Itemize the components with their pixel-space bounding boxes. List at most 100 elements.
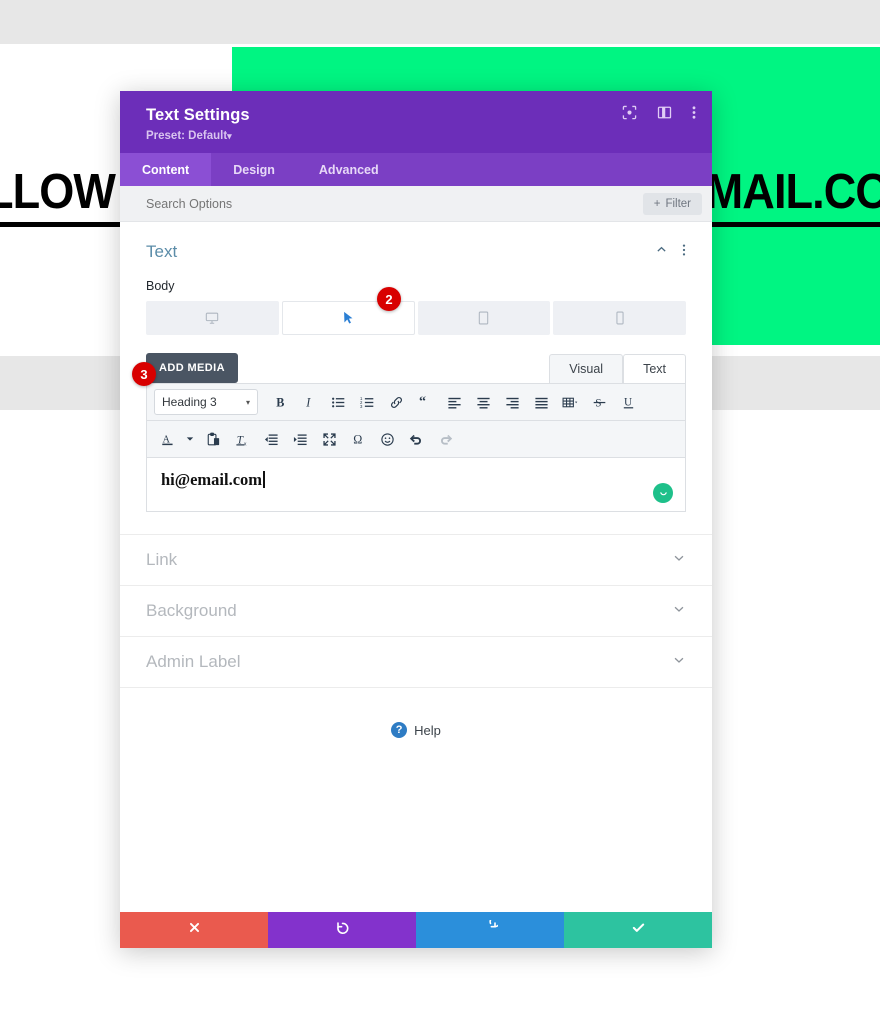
- chevron-down-icon: [672, 602, 686, 621]
- modal-tab-bar: Content Design Advanced: [120, 153, 712, 186]
- undo-button[interactable]: [268, 912, 416, 948]
- tab-design[interactable]: Design: [211, 153, 297, 186]
- tab-content[interactable]: Content: [120, 153, 212, 186]
- svg-text:U: U: [624, 396, 632, 408]
- editor-toolbar-row-1: Heading 3 ▾ B I 123 “ S U: [146, 383, 686, 421]
- modal-body: Text Body 2 ADD MEDIA Visual Text Headin…: [120, 222, 712, 912]
- accordion-link[interactable]: Link: [120, 535, 712, 586]
- editor-content-area[interactable]: hi@email.com: [146, 458, 686, 512]
- search-input[interactable]: [146, 196, 643, 211]
- chevron-up-icon[interactable]: [655, 243, 668, 261]
- accordion-admin-label[interactable]: Admin Label: [120, 637, 712, 688]
- chevron-down-icon: ▾: [245, 397, 250, 407]
- split-layout-icon[interactable]: [657, 105, 672, 120]
- more-vertical-icon[interactable]: [692, 105, 696, 120]
- redo-button[interactable]: [416, 912, 564, 948]
- format-select[interactable]: Heading 3 ▾: [154, 389, 258, 415]
- editor-mode-text[interactable]: Text: [623, 354, 686, 383]
- align-right-icon[interactable]: [499, 389, 525, 415]
- preset-caret-icon: ▾: [227, 131, 232, 141]
- accordion-background-label: Background: [146, 601, 237, 620]
- svg-text:x: x: [243, 441, 246, 446]
- modal-header-actions: [622, 105, 696, 120]
- outdent-icon[interactable]: [258, 426, 284, 452]
- svg-text:S: S: [595, 397, 601, 409]
- focus-target-icon[interactable]: [622, 105, 637, 120]
- modal-header: Text Settings Preset: Default▾: [120, 91, 712, 153]
- close-icon: [188, 921, 201, 939]
- text-settings-modal: Text Settings Preset: Default▾ Content D…: [120, 91, 712, 948]
- wysiwyg-editor: ADD MEDIA Visual Text Heading 3 ▾ B I 12…: [132, 353, 686, 512]
- tab-advanced[interactable]: Advanced: [297, 153, 401, 186]
- undo-icon[interactable]: [403, 426, 429, 452]
- cancel-button[interactable]: [120, 912, 268, 948]
- filter-label: Filter: [665, 197, 691, 210]
- search-options-bar: + Filter: [120, 186, 712, 222]
- text-section-actions: [655, 243, 686, 262]
- device-tab-phone[interactable]: [553, 301, 686, 335]
- svg-text:I: I: [305, 395, 311, 409]
- filter-button[interactable]: + Filter: [642, 192, 702, 215]
- numbered-list-icon[interactable]: 123: [354, 389, 380, 415]
- emoji-icon[interactable]: [374, 426, 400, 452]
- device-tab-tablet[interactable]: [417, 301, 551, 335]
- chevron-down-icon: [672, 653, 686, 672]
- device-tab-desktop[interactable]: [146, 301, 279, 335]
- svg-text:“: “: [418, 395, 425, 409]
- paste-icon[interactable]: [200, 426, 226, 452]
- save-button[interactable]: [564, 912, 712, 948]
- redo-icon: [483, 916, 501, 940]
- accordion-list: Link Background Admin Label: [120, 534, 712, 688]
- page-top-bar: [0, 0, 880, 44]
- text-cursor: [263, 471, 265, 488]
- italic-icon[interactable]: I: [296, 389, 322, 415]
- accordion-link-label: Link: [146, 550, 178, 569]
- align-left-icon[interactable]: [441, 389, 467, 415]
- clear-formatting-icon[interactable]: Tx: [229, 426, 255, 452]
- undo-icon: [335, 920, 350, 940]
- chevron-down-icon[interactable]: [183, 426, 197, 452]
- preset-selector[interactable]: Preset: Default▾: [146, 130, 696, 142]
- svg-text:Ω: Ω: [353, 432, 362, 446]
- filter-plus-icon: +: [653, 197, 661, 210]
- editor-top-row: ADD MEDIA Visual Text: [146, 353, 686, 383]
- accordion-admin-label-label: Admin Label: [146, 652, 241, 671]
- preset-label: Preset: Default: [146, 130, 228, 142]
- align-center-icon[interactable]: [470, 389, 496, 415]
- blockquote-icon[interactable]: “: [412, 389, 438, 415]
- editor-toolbar-row-2: A Tx Ω: [146, 421, 686, 458]
- bold-icon[interactable]: B: [267, 389, 293, 415]
- accordion-background[interactable]: Background: [120, 586, 712, 637]
- svg-text:B: B: [276, 395, 284, 409]
- help-circle-icon: ?: [391, 722, 408, 738]
- editor-mode-tabs: Visual Text: [549, 354, 686, 383]
- redo-icon[interactable]: [432, 426, 458, 452]
- table-icon[interactable]: [557, 389, 583, 415]
- text-section: Text Body 2 ADD MEDIA Visual Text Headin…: [120, 222, 712, 512]
- chevron-down-icon: [672, 551, 686, 570]
- align-justify-icon[interactable]: [528, 389, 554, 415]
- bulleted-list-icon[interactable]: [325, 389, 351, 415]
- special-character-icon[interactable]: Ω: [345, 426, 371, 452]
- text-color-icon[interactable]: A: [154, 426, 180, 452]
- step-badge-2: 2: [377, 287, 401, 311]
- fullscreen-icon[interactable]: [316, 426, 342, 452]
- responsive-device-tabs: 2: [146, 287, 686, 335]
- help-label: Help: [414, 722, 441, 738]
- smiley-icon[interactable]: [653, 483, 673, 503]
- add-media-button[interactable]: ADD MEDIA: [146, 353, 238, 383]
- help-link[interactable]: ? Help: [120, 722, 712, 738]
- body-field-label: Body: [146, 279, 175, 293]
- more-vertical-icon[interactable]: [682, 243, 686, 262]
- text-section-header: Text: [146, 242, 686, 262]
- underline-icon[interactable]: U: [615, 389, 641, 415]
- indent-icon[interactable]: [287, 426, 313, 452]
- text-section-title: Text: [146, 242, 178, 261]
- link-icon[interactable]: [383, 389, 409, 415]
- check-icon: [631, 920, 646, 940]
- format-select-value: Heading 3: [162, 395, 217, 409]
- strikethrough-icon[interactable]: S: [586, 389, 612, 415]
- editor-mode-visual[interactable]: Visual: [549, 354, 624, 383]
- svg-text:3: 3: [360, 404, 363, 409]
- step-badge-3: 3: [132, 362, 156, 386]
